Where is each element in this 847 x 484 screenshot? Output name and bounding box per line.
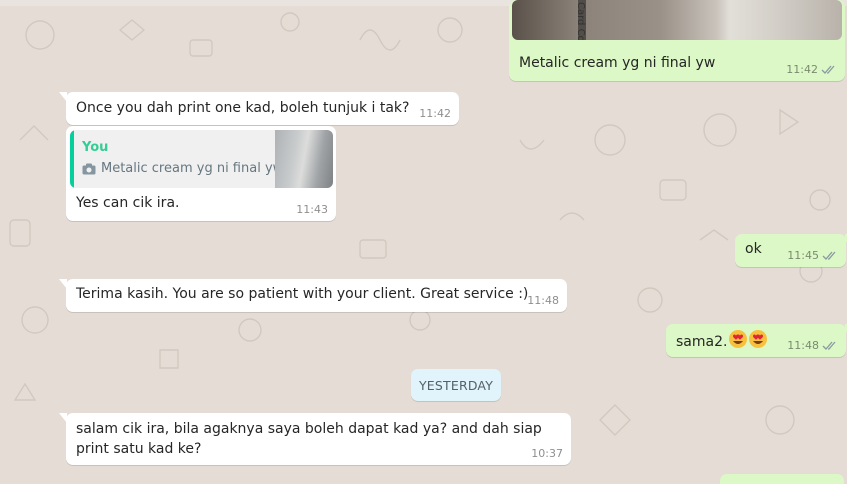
message-caption: Metalic cream yg ni final yw bbox=[519, 55, 716, 71]
message-meta: 11:48 bbox=[787, 339, 838, 352]
message-time: 11:42 bbox=[786, 63, 818, 76]
double-check-icon bbox=[822, 341, 836, 350]
message-incoming[interactable]: Terima kasih. You are so patient with yo… bbox=[59, 279, 567, 312]
message-meta: 11:48 bbox=[527, 294, 559, 307]
message-time: 11:43 bbox=[296, 203, 328, 216]
message-incoming[interactable]: salam cik ira, bila agaknya saya boleh d… bbox=[59, 413, 571, 465]
quote-preview: Metalic cream yg ni final yw bbox=[82, 161, 283, 176]
date-divider-label: YESTERDAY bbox=[418, 377, 494, 393]
message-meta: 11:43 bbox=[296, 203, 328, 216]
quoted-message[interactable]: You Metalic cream yg ni final yw bbox=[70, 130, 333, 188]
message-incoming-reply[interactable]: You Metalic cream yg ni final yw Yes can… bbox=[66, 126, 336, 221]
camera-icon bbox=[82, 163, 96, 174]
message-meta: 11:42 bbox=[786, 63, 837, 76]
photo-print-text: Card Co bbox=[575, 2, 586, 40]
message-text: ok bbox=[745, 241, 762, 257]
double-check-icon bbox=[821, 65, 835, 74]
message-outgoing[interactable]: ok 11:45 bbox=[735, 234, 847, 267]
message-meta: 11:42 bbox=[419, 107, 451, 120]
message-time: 11:48 bbox=[527, 294, 559, 307]
double-check-icon bbox=[822, 251, 836, 260]
message-text: sama2. bbox=[676, 334, 728, 350]
quote-author: You bbox=[82, 140, 109, 155]
message-time: 11:45 bbox=[787, 249, 819, 262]
quote-preview-text: Metalic cream yg ni final yw bbox=[101, 161, 284, 176]
message-text-line: sama2. bbox=[676, 329, 768, 352]
next-message-partial bbox=[720, 474, 844, 484]
message-time: 10:37 bbox=[531, 447, 563, 460]
message-time: 11:42 bbox=[419, 107, 451, 120]
date-divider: YESTERDAY bbox=[411, 369, 501, 401]
message-outgoing-photo[interactable]: Card Co Metalic cream yg ni final yw 11:… bbox=[509, 0, 845, 81]
message-text: salam cik ira, bila agaknya saya boleh d… bbox=[76, 421, 542, 457]
message-text: Yes can cik ira. bbox=[76, 195, 180, 211]
message-text: Terima kasih. You are so patient with yo… bbox=[76, 286, 529, 302]
message-photo[interactable]: Card Co bbox=[512, 0, 842, 40]
quote-thumbnail bbox=[275, 130, 333, 188]
message-meta: 10:37 bbox=[531, 447, 563, 460]
message-text: Once you dah print one kad, boleh tunjuk… bbox=[76, 100, 410, 116]
message-meta: 11:45 bbox=[787, 249, 838, 262]
message-time: 11:48 bbox=[787, 339, 819, 352]
message-outgoing[interactable]: sama2. 11:48 bbox=[666, 324, 847, 357]
quote-accent-bar bbox=[70, 130, 74, 188]
heart-eyes-icon bbox=[729, 330, 768, 348]
message-incoming[interactable]: Once you dah print one kad, boleh tunjuk… bbox=[59, 92, 459, 125]
